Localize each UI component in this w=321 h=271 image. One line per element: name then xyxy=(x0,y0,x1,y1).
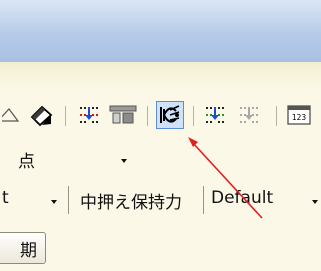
annotation-arrow-icon xyxy=(188,137,263,219)
application-window: 123 点 t 中押え保持力 Default 期 xyxy=(0,0,321,271)
